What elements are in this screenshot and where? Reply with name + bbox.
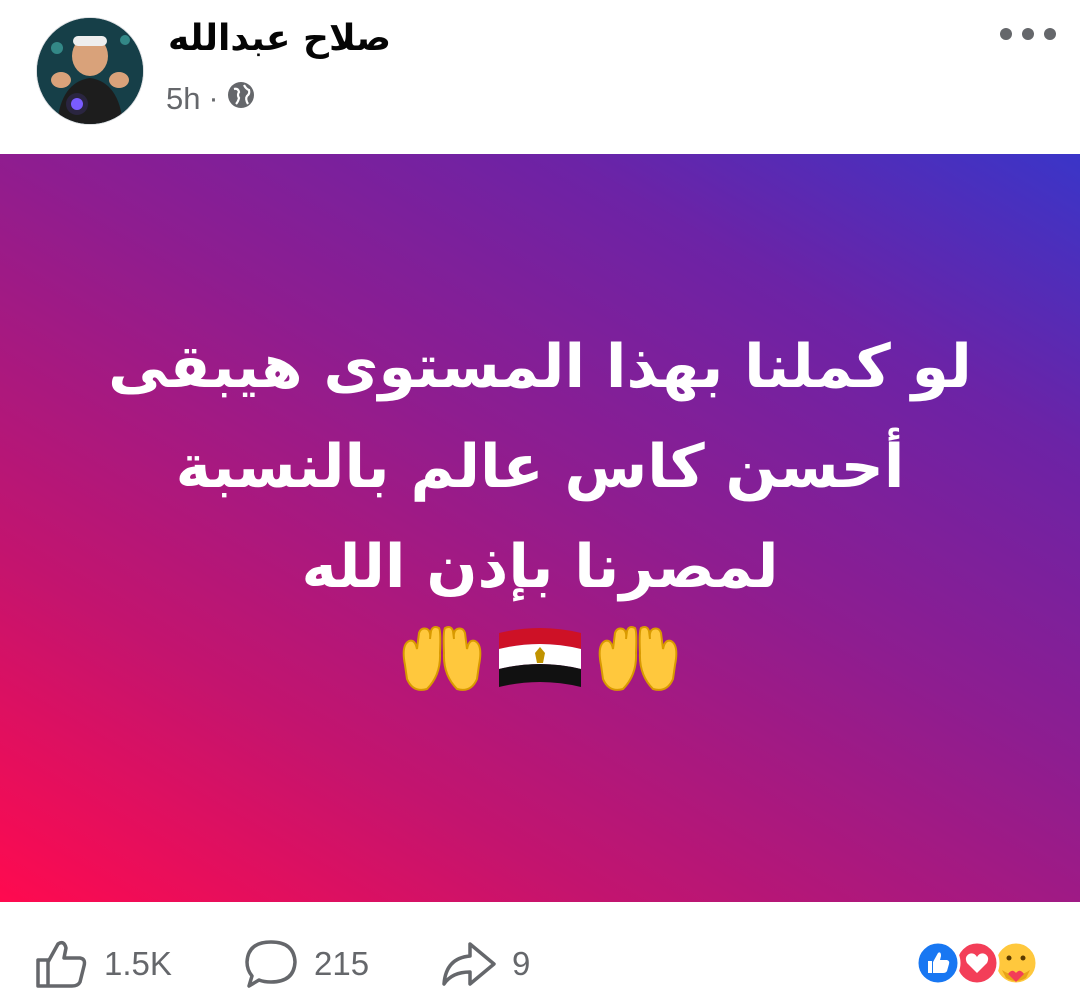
love-reaction-icon	[954, 940, 1000, 986]
globe-icon	[226, 80, 256, 118]
open-hands-icon	[402, 626, 482, 691]
comment-count: 215	[314, 945, 370, 982]
reactions-summary[interactable]	[908, 940, 1040, 986]
share-button[interactable]: 9	[440, 938, 530, 990]
like-count: 1.5K	[104, 945, 172, 982]
post-line: أحسن كاس عالم بالنسبة	[175, 432, 905, 502]
more-options-button[interactable]	[1000, 20, 1056, 48]
author-avatar[interactable]	[36, 17, 144, 125]
separator-dot: ·	[208, 82, 219, 115]
share-arrow-icon	[442, 942, 496, 986]
post-time[interactable]: 5h	[166, 81, 200, 117]
post-line: لمصرنا بإذن الله	[301, 532, 779, 602]
like-button[interactable]: 1.5K	[34, 938, 172, 990]
author-name[interactable]: صلاح عبدالله	[168, 18, 391, 59]
emoji-row	[397, 623, 683, 699]
care-reaction-icon	[993, 940, 1039, 986]
comment-icon	[245, 940, 297, 988]
post-header: صلاح عبدالله 5h ·	[0, 0, 1080, 154]
more-dot	[1044, 28, 1056, 40]
egypt-flag-icon	[499, 628, 581, 687]
post-meta: 5h ·	[166, 80, 256, 118]
post-text: لو كملنا بهذا المستوى هيبقى أحسن كاس عال…	[90, 317, 990, 617]
more-dot	[1022, 28, 1034, 40]
post-background: لو كملنا بهذا المستوى هيبقى أحسن كاس عال…	[0, 154, 1080, 902]
share-count: 9	[512, 945, 531, 982]
open-hands-icon	[598, 626, 678, 691]
comment-button[interactable]: 215	[242, 938, 369, 990]
like-reaction-icon	[915, 940, 961, 986]
thumbs-up-icon	[36, 940, 87, 988]
post-line: لو كملنا بهذا المستوى هيبقى	[108, 332, 972, 402]
more-dot	[1000, 28, 1012, 40]
